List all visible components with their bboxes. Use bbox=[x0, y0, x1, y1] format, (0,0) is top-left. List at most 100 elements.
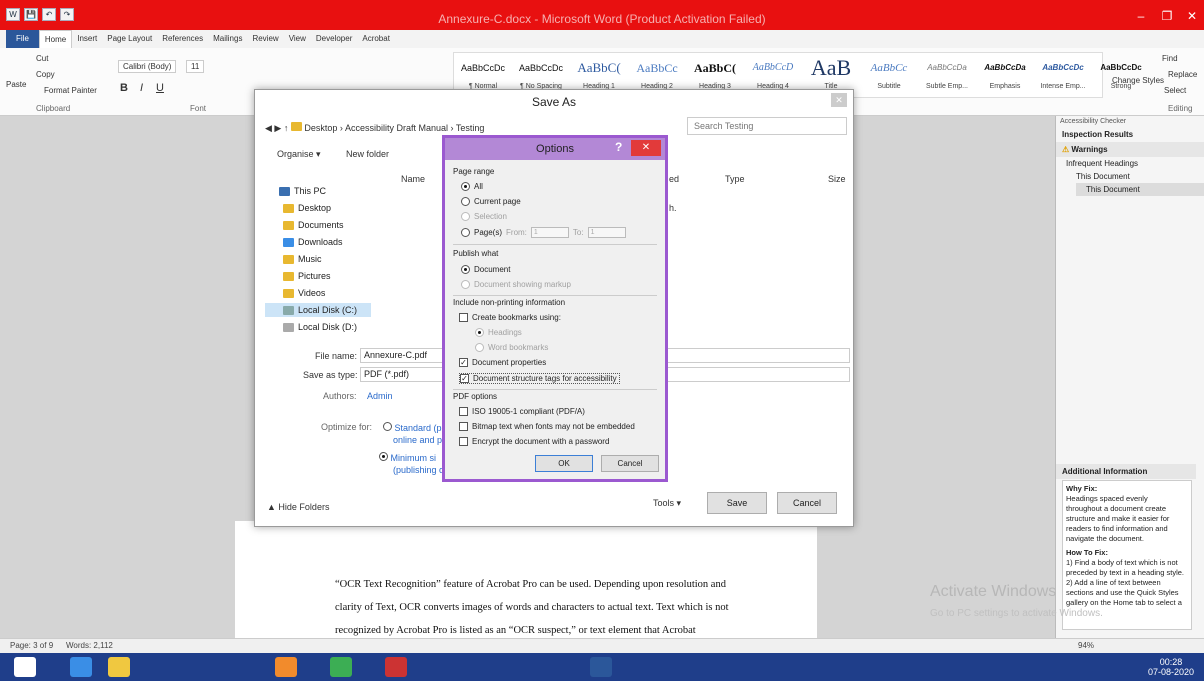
why-fix-line: readers to find information and bbox=[1066, 524, 1168, 533]
doc-properties-checkbox[interactable]: ✓ Document properties bbox=[459, 358, 546, 367]
tab-mailings[interactable]: Mailings bbox=[208, 30, 247, 48]
firefox-icon[interactable] bbox=[275, 657, 297, 677]
optimize-standard-radio[interactable]: Standard (p bbox=[383, 422, 442, 433]
nav-local-disk-c[interactable]: Local Disk (C:) bbox=[265, 303, 371, 317]
tab-acrobat[interactable]: Acrobat bbox=[357, 30, 395, 48]
organise-button[interactable]: Organise ▾ bbox=[277, 149, 321, 160]
infrequent-headings-item[interactable]: Infrequent Headings bbox=[1056, 157, 1204, 170]
hide-folders-toggle[interactable]: ▲ Hide Folders bbox=[267, 502, 329, 512]
font-size-select[interactable]: 11 bbox=[186, 60, 205, 73]
italic-button[interactable]: I bbox=[140, 82, 143, 94]
tab-review[interactable]: Review bbox=[247, 30, 283, 48]
this-document-item[interactable]: This Document bbox=[1056, 170, 1204, 183]
minimize-button[interactable]: – bbox=[1130, 8, 1152, 24]
nav-documents[interactable]: Documents bbox=[283, 220, 344, 230]
column-modified[interactable]: ed bbox=[669, 174, 679, 184]
bold-button[interactable]: B bbox=[120, 82, 128, 94]
checkbox-label: ISO 19005-1 compliant (PDF/A) bbox=[472, 407, 585, 416]
style-name: Emphasis bbox=[989, 83, 1021, 90]
to-label: To: bbox=[572, 228, 584, 237]
change-styles-button[interactable]: Change Styles bbox=[1112, 76, 1164, 85]
nav-music[interactable]: Music bbox=[283, 254, 322, 264]
new-folder-button[interactable]: New folder bbox=[346, 149, 389, 159]
nav-desktop[interactable]: Desktop bbox=[283, 203, 331, 213]
underline-button[interactable]: U bbox=[156, 82, 164, 94]
restore-button[interactable]: ❐ bbox=[1156, 8, 1178, 24]
nav-local-disk-d[interactable]: Local Disk (D:) bbox=[283, 322, 357, 332]
structure-tags-checkbox[interactable]: ✓ Document structure tags for accessibili… bbox=[459, 373, 620, 384]
breadcrumb-manual[interactable]: Accessibility Draft Manual bbox=[345, 123, 448, 133]
copy-button[interactable]: Copy bbox=[36, 70, 55, 79]
encrypt-checkbox[interactable]: Encrypt the document with a password bbox=[459, 437, 609, 446]
nav-pictures[interactable]: Pictures bbox=[283, 271, 331, 281]
breadcrumb-testing[interactable]: Testing bbox=[456, 123, 485, 133]
nav-videos[interactable]: Videos bbox=[283, 288, 325, 298]
replace-button[interactable]: Replace bbox=[1168, 70, 1197, 79]
help-button[interactable]: ? bbox=[615, 140, 622, 154]
column-type[interactable]: Type bbox=[725, 174, 745, 184]
nav-downloads[interactable]: Downloads bbox=[283, 237, 343, 247]
edge-icon[interactable] bbox=[70, 657, 92, 677]
tools-menu[interactable]: Tools ▾ bbox=[653, 498, 681, 509]
tab-view[interactable]: View bbox=[284, 30, 311, 48]
style-intense-emphasis[interactable]: AaBbCcDc Intense Emp... bbox=[1034, 53, 1092, 97]
ribbon-tabs: File Home Insert Page Layout References … bbox=[0, 30, 1204, 48]
authors-value[interactable]: Admin bbox=[367, 391, 393, 401]
page-range-pages[interactable]: Page(s) From: 1 To: 1 bbox=[461, 227, 626, 238]
zoom-level[interactable]: 94% bbox=[1078, 641, 1094, 650]
tab-developer[interactable]: Developer bbox=[311, 30, 357, 48]
create-bookmarks-checkbox[interactable]: Create bookmarks using: bbox=[459, 313, 561, 322]
word-count[interactable]: Words: 2,112 bbox=[66, 641, 113, 650]
page-range-all[interactable]: All bbox=[461, 182, 483, 191]
options-cancel-button[interactable]: Cancel bbox=[601, 455, 659, 472]
from-spinner[interactable]: 1 bbox=[530, 227, 569, 238]
start-icon[interactable] bbox=[14, 657, 36, 677]
iso-checkbox[interactable]: ISO 19005-1 compliant (PDF/A) bbox=[459, 407, 585, 416]
column-name[interactable]: Name bbox=[401, 174, 425, 184]
save-as-close-button[interactable]: ✕ bbox=[831, 93, 847, 107]
cut-button[interactable]: Cut bbox=[36, 54, 48, 63]
clock[interactable]: 00:28 07-08-2020 bbox=[1148, 657, 1194, 677]
page-range-selection: Selection bbox=[461, 212, 507, 221]
file-explorer-icon[interactable] bbox=[108, 657, 130, 677]
address-bar[interactable]: ◀ ▶ ↑ Desktop › Accessibility Draft Manu… bbox=[265, 120, 675, 136]
to-spinner[interactable]: 1 bbox=[587, 227, 626, 238]
warnings-heading[interactable]: ⚠ Warnings bbox=[1056, 142, 1204, 157]
style-subtle-emphasis[interactable]: AaBbCcDa Subtle Emp... bbox=[918, 53, 976, 97]
tab-page-layout[interactable]: Page Layout bbox=[102, 30, 157, 48]
tab-references[interactable]: References bbox=[157, 30, 208, 48]
optimize-minimum-radio[interactable]: Minimum si bbox=[379, 452, 436, 463]
save-button[interactable]: Save bbox=[707, 492, 767, 514]
chrome-icon[interactable] bbox=[330, 657, 352, 677]
tab-home[interactable]: Home bbox=[38, 30, 73, 48]
this-document-item-selected[interactable]: This Document bbox=[1076, 183, 1204, 196]
bitmap-text-checkbox[interactable]: Bitmap text when fonts may not be embedd… bbox=[459, 422, 635, 431]
select-button[interactable]: Select bbox=[1164, 86, 1186, 95]
find-button[interactable]: Find bbox=[1162, 54, 1178, 63]
paste-button[interactable]: Paste bbox=[6, 80, 26, 89]
tab-insert[interactable]: Insert bbox=[72, 30, 102, 48]
filezilla-icon[interactable] bbox=[385, 657, 407, 677]
page-range-current[interactable]: Current page bbox=[461, 197, 521, 206]
font-name-select[interactable]: Calibri (Body) bbox=[118, 60, 177, 73]
publish-document[interactable]: Document bbox=[461, 265, 510, 274]
search-input[interactable]: Search Testing bbox=[687, 117, 847, 135]
why-fix-heading: Why Fix: bbox=[1066, 484, 1098, 493]
ok-button[interactable]: OK bbox=[535, 455, 593, 472]
format-painter-button[interactable]: Format Painter bbox=[44, 86, 97, 95]
breadcrumb-desktop[interactable]: Desktop bbox=[304, 123, 337, 133]
style-strong[interactable]: AaBbCcDc Strong bbox=[1092, 53, 1150, 97]
word-taskbar-icon[interactable] bbox=[590, 657, 612, 677]
tab-file[interactable]: File bbox=[6, 30, 39, 48]
close-button[interactable]: ✕ bbox=[1181, 8, 1203, 24]
column-size[interactable]: Size bbox=[828, 174, 846, 184]
style-emphasis[interactable]: AaBbCcDa Emphasis bbox=[976, 53, 1034, 97]
page-count[interactable]: Page: 3 of 9 bbox=[10, 641, 53, 650]
cancel-button[interactable]: Cancel bbox=[777, 492, 837, 514]
nav-this-pc[interactable]: This PC bbox=[279, 186, 326, 196]
options-close-button[interactable]: ✕ bbox=[631, 140, 661, 156]
nav-label: Documents bbox=[298, 220, 344, 230]
style-subtitle[interactable]: AaBbCc Subtitle bbox=[860, 53, 918, 97]
back-icon[interactable]: ◀ ▶ ↑ bbox=[265, 123, 291, 133]
document-page[interactable]: “OCR Text Recognition” feature of Acroba… bbox=[235, 521, 817, 641]
